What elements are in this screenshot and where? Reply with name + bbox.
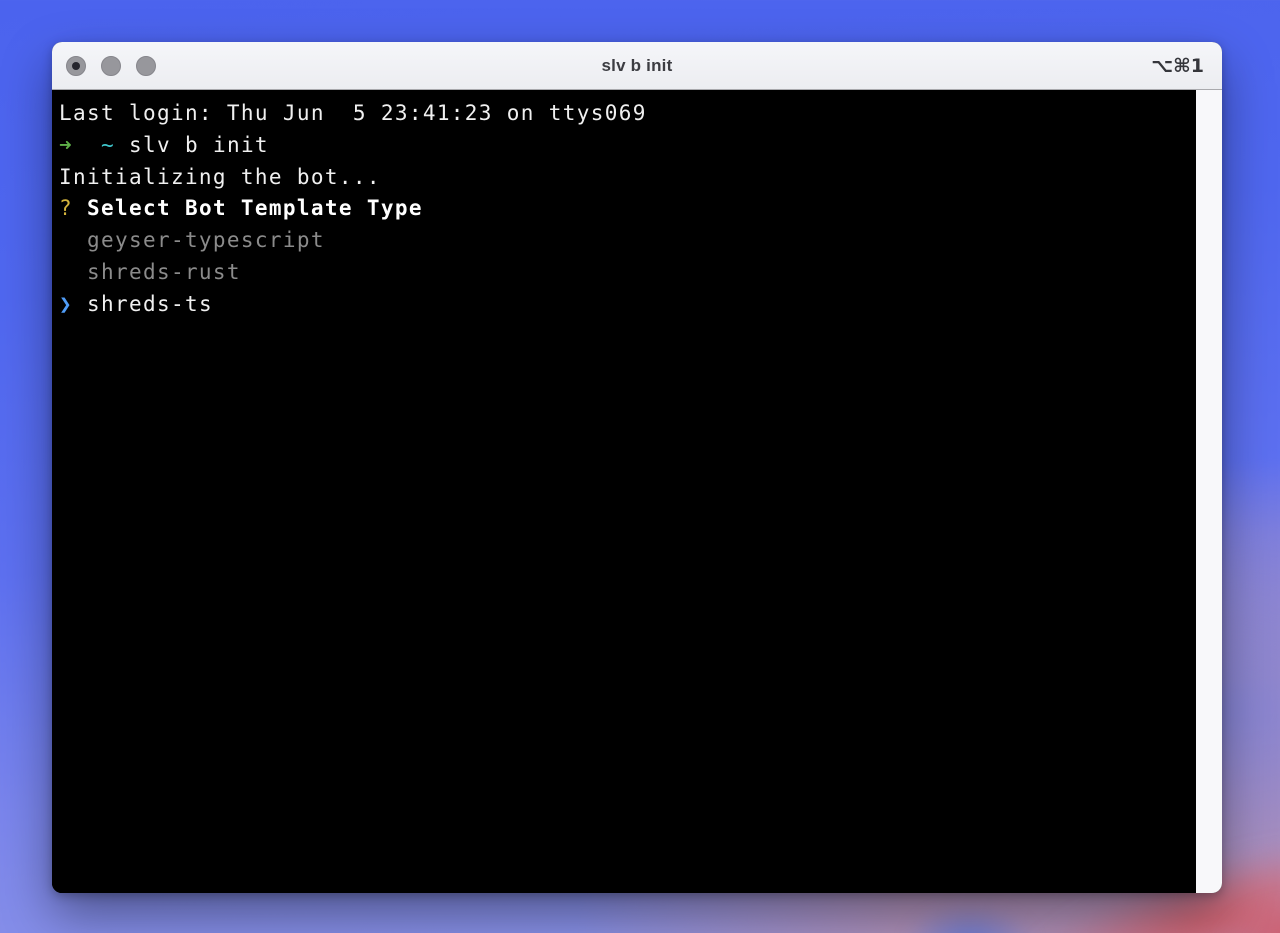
terminal-window: slv b init ⌥⌘1 Last login: Thu Jun 5 23:… — [52, 42, 1222, 893]
scrollbar-track[interactable] — [1196, 90, 1222, 893]
minimize-button[interactable] — [101, 55, 121, 76]
terminal-line: Initializing the bot... — [59, 164, 381, 189]
title-bar[interactable]: slv b init ⌥⌘1 — [52, 42, 1222, 90]
window-title: slv b init — [601, 55, 673, 75]
terminal-line: shreds-rust — [59, 259, 241, 284]
terminal-line: ❯ shreds-ts — [59, 291, 213, 316]
terminal-line: ➜ ~ slv b init — [59, 132, 269, 157]
terminal-pane[interactable]: Last login: Thu Jun 5 23:41:23 on ttys06… — [52, 90, 1222, 893]
terminal-output[interactable]: Last login: Thu Jun 5 23:41:23 on ttys06… — [52, 90, 1196, 893]
terminal-line: Last login: Thu Jun 5 23:41:23 on ttys06… — [59, 101, 647, 125]
close-button[interactable] — [66, 55, 86, 76]
zoom-button[interactable] — [136, 55, 156, 76]
tab-shortcut-label: ⌥⌘1 — [1151, 55, 1204, 77]
terminal-line: ? Select Bot Template Type — [59, 196, 423, 221]
terminal-line: geyser-typescript — [59, 228, 325, 253]
wallpaper-blue-wave — [880, 890, 1060, 933]
close-button-dot — [72, 61, 80, 70]
traffic-lights — [52, 55, 156, 76]
